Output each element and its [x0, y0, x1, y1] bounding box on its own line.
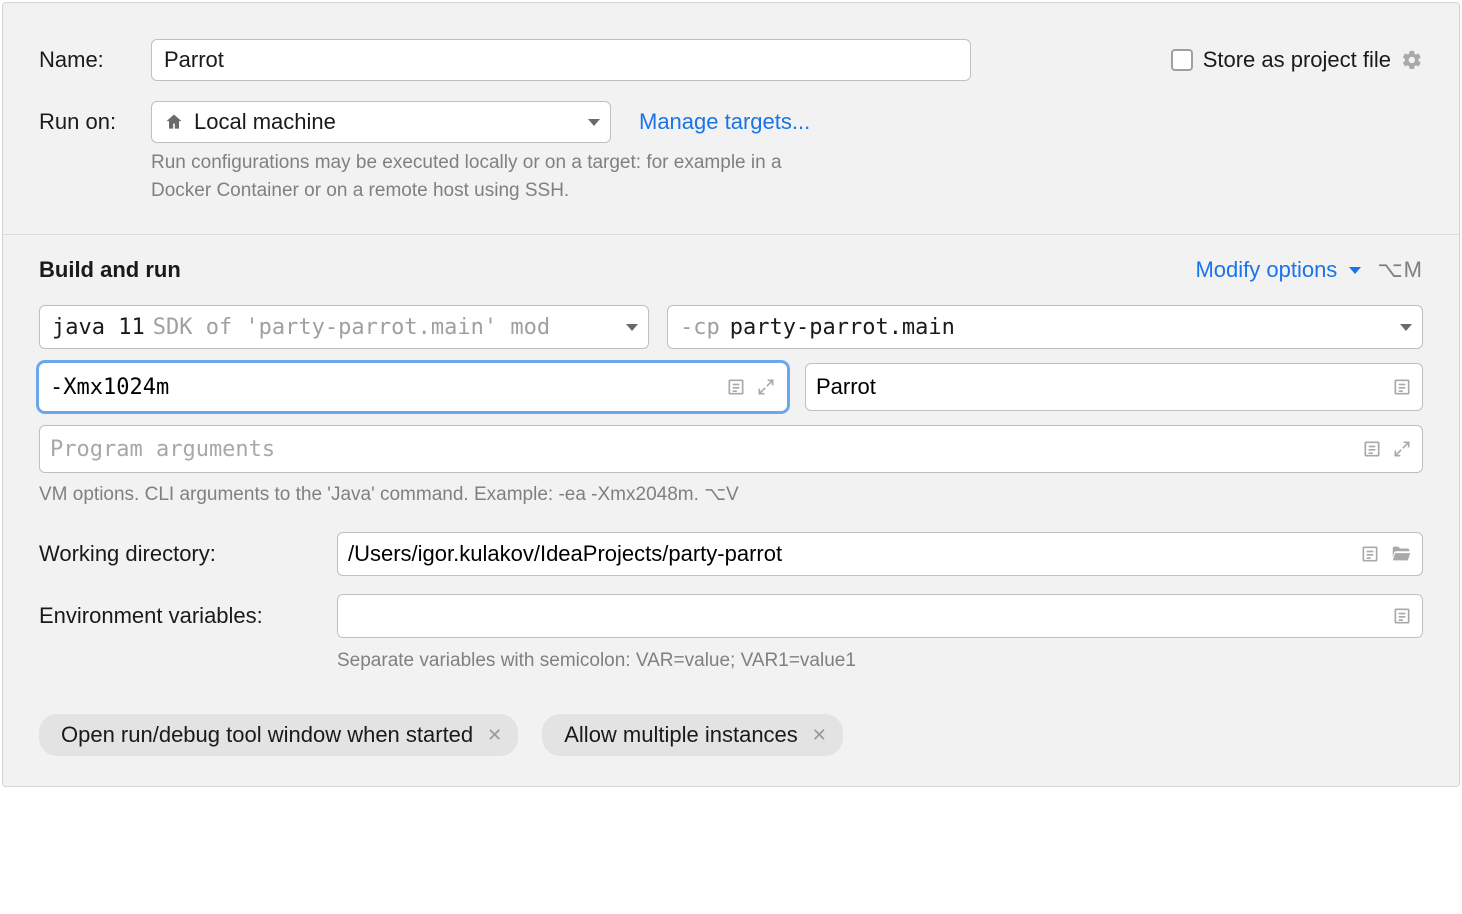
- gear-icon[interactable]: [1401, 49, 1423, 71]
- store-as-project-file-label: Store as project file: [1203, 47, 1391, 73]
- chevron-down-icon: [1400, 324, 1412, 331]
- cp-value: party-parrot.main: [730, 315, 955, 340]
- name-label: Name:: [39, 47, 151, 73]
- insert-macros-icon[interactable]: [1362, 439, 1382, 459]
- vm-mainclass-row: [39, 363, 1423, 411]
- divider: [3, 234, 1459, 235]
- chevron-down-icon: [588, 119, 600, 126]
- modify-options-label: Modify options: [1195, 257, 1337, 283]
- build-and-run-header: Build and run Modify options ⌥M: [39, 257, 1423, 283]
- modify-options-shortcut: ⌥M: [1377, 257, 1423, 283]
- chevron-down-icon: [1349, 267, 1361, 274]
- program-arguments-placeholder: Program arguments: [50, 437, 1362, 462]
- run-on-help-text: Run configurations may be executed local…: [151, 149, 791, 204]
- environment-variables-field[interactable]: [337, 594, 1423, 638]
- run-on-row: Run on: Local machine Manage targets...: [39, 101, 1423, 143]
- name-row: Name: Store as project file: [39, 39, 1423, 81]
- working-directory-row: Working directory:: [39, 532, 1423, 576]
- insert-macros-icon[interactable]: [1392, 377, 1412, 397]
- run-config-panel: Name: Store as project file Run on: Loca…: [2, 2, 1460, 787]
- program-arguments-field[interactable]: Program arguments: [39, 425, 1423, 473]
- run-on-selected-value: Local machine: [194, 109, 336, 135]
- run-on-label: Run on:: [39, 109, 151, 135]
- allow-multiple-instances-chip-label: Allow multiple instances: [564, 722, 798, 748]
- cp-prefix: -cp: [680, 315, 720, 340]
- build-and-run-title: Build and run: [39, 257, 181, 283]
- jdk-select[interactable]: java 11 SDK of 'party-parrot.main' mod: [39, 305, 649, 349]
- environment-variables-input[interactable]: [348, 603, 1392, 629]
- chevron-down-icon: [626, 324, 638, 331]
- name-input[interactable]: [151, 39, 971, 81]
- allow-multiple-instances-chip[interactable]: Allow multiple instances ✕: [542, 714, 843, 756]
- option-chips-row: Open run/debug tool window when started …: [39, 714, 1423, 756]
- close-icon[interactable]: ✕: [812, 725, 827, 746]
- manage-targets-link[interactable]: Manage targets...: [639, 109, 810, 135]
- insert-macros-icon[interactable]: [726, 377, 746, 397]
- store-as-project-file-checkbox[interactable]: [1171, 49, 1193, 71]
- working-directory-label: Working directory:: [39, 541, 337, 567]
- expand-icon[interactable]: [1392, 439, 1412, 459]
- open-tool-window-chip-label: Open run/debug tool window when started: [61, 722, 473, 748]
- modify-options-link[interactable]: Modify options: [1195, 257, 1361, 283]
- close-icon[interactable]: ✕: [487, 725, 502, 746]
- working-directory-field[interactable]: [337, 532, 1423, 576]
- expand-icon[interactable]: [756, 377, 776, 397]
- jdk-detail: SDK of 'party-parrot.main' mod: [153, 315, 550, 340]
- home-icon: [164, 112, 184, 132]
- main-class-field[interactable]: [805, 363, 1423, 411]
- working-directory-input[interactable]: [348, 541, 1360, 567]
- open-tool-window-chip[interactable]: Open run/debug tool window when started …: [39, 714, 518, 756]
- store-as-project-file-wrap: Store as project file: [1171, 47, 1423, 73]
- insert-macros-icon[interactable]: [1392, 606, 1412, 626]
- environment-variables-label: Environment variables:: [39, 603, 337, 629]
- main-class-input[interactable]: [816, 364, 1392, 410]
- insert-macros-icon[interactable]: [1360, 544, 1380, 564]
- jdk-name: java 11: [52, 315, 145, 340]
- run-on-select[interactable]: Local machine: [151, 101, 611, 143]
- environment-variables-row: Environment variables:: [39, 594, 1423, 638]
- vm-options-hint: VM options. CLI arguments to the 'Java' …: [39, 483, 1423, 506]
- vm-options-input[interactable]: [50, 364, 726, 410]
- folder-open-icon[interactable]: [1390, 543, 1412, 565]
- classpath-select[interactable]: -cp party-parrot.main: [667, 305, 1423, 349]
- environment-variables-hint: Separate variables with semicolon: VAR=v…: [337, 650, 1423, 672]
- vm-options-field[interactable]: [39, 363, 787, 411]
- jdk-classpath-row: java 11 SDK of 'party-parrot.main' mod -…: [39, 305, 1423, 349]
